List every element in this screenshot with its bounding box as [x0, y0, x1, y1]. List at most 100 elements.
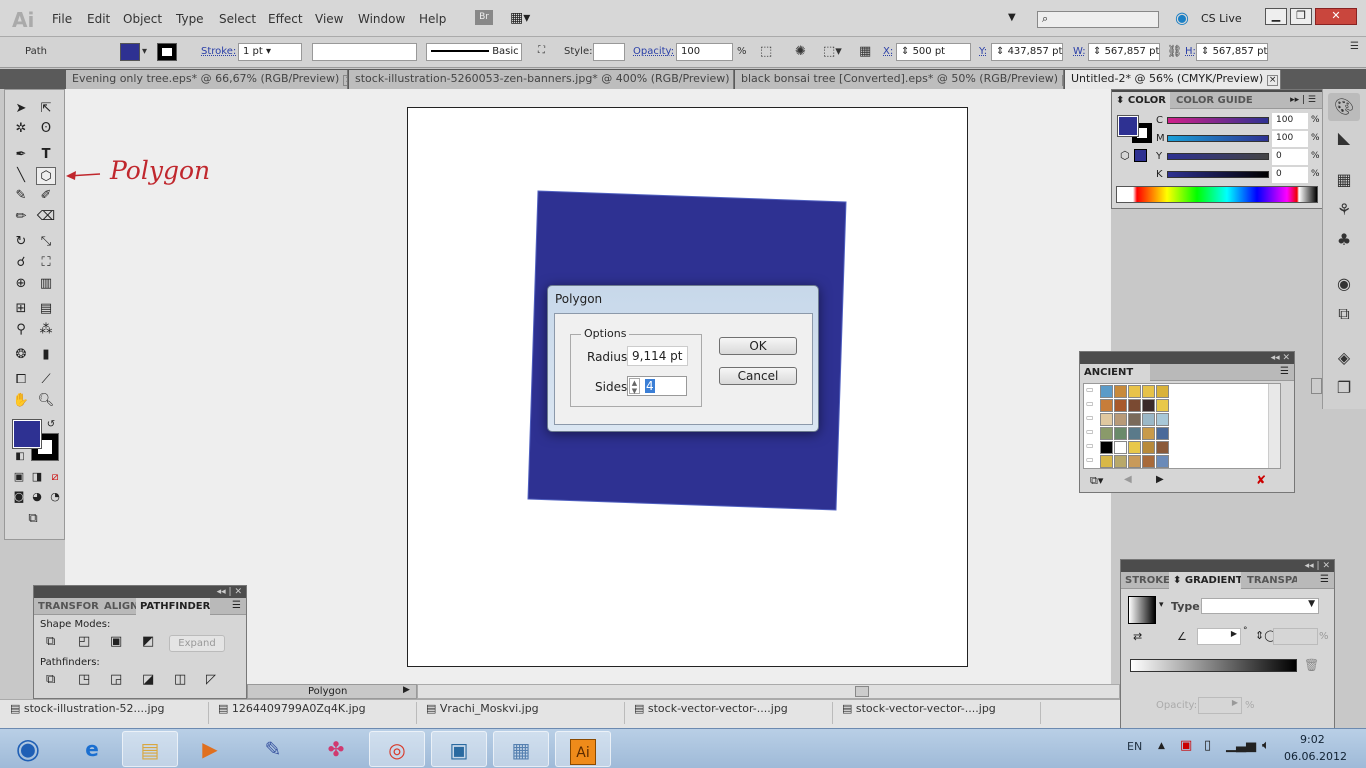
scale-tool-icon[interactable]: ⤡	[36, 233, 56, 251]
tab-transform[interactable]: TRANSFORM	[34, 598, 99, 615]
channel-slider[interactable]	[1167, 135, 1269, 142]
sides-field[interactable]: ▲ ▼ 4	[627, 376, 687, 396]
channel-field[interactable]: 100	[1272, 131, 1308, 147]
brush-dropdown[interactable]: Basic	[426, 43, 522, 61]
blob-brush-tool-icon[interactable]: ✏	[11, 208, 31, 226]
status-menu-icon[interactable]: ▶	[403, 685, 410, 695]
minimize-button[interactable]: ▁	[1265, 8, 1287, 25]
swatch[interactable]	[1114, 455, 1127, 468]
layers-icon[interactable]: ◈	[1328, 344, 1360, 372]
swatch-scrollbar[interactable]	[1268, 384, 1280, 468]
swatch[interactable]	[1142, 413, 1155, 426]
tab-pathfinder[interactable]: PATHFINDER	[136, 598, 210, 615]
pencil-tool-icon[interactable]: ✐	[36, 187, 56, 205]
illustrator-icon[interactable]: Ai	[555, 731, 611, 767]
artboards-icon[interactable]: ❐	[1328, 374, 1360, 402]
swatch[interactable]	[1100, 413, 1113, 426]
fill-color-box[interactable]	[12, 419, 42, 449]
graphic-styles-icon[interactable]: ⧉	[1328, 300, 1360, 328]
swatch[interactable]	[1156, 427, 1169, 440]
swatch[interactable]	[1156, 385, 1169, 398]
file-item[interactable]: ▤ 1264409799A0Zq4K.jpg	[212, 702, 417, 724]
scrollbar-thumb[interactable]	[855, 686, 869, 697]
swatch[interactable]	[1142, 385, 1155, 398]
artboard-tool-icon[interactable]: ⧠	[11, 371, 31, 389]
x-field[interactable]: ⇕ 500 pt	[896, 43, 971, 61]
radius-field[interactable]: 9,114 pt	[627, 346, 688, 366]
swatch[interactable]	[1114, 413, 1127, 426]
previous-library-icon[interactable]: ◀	[1124, 474, 1132, 485]
paint-app-icon[interactable]: ✎	[245, 731, 301, 767]
magic-wand-tool-icon[interactable]: ✲	[11, 120, 31, 138]
close-button[interactable]: ✕	[1315, 8, 1357, 25]
color-spectrum[interactable]	[1116, 186, 1318, 203]
clock-time[interactable]: 9:02	[1300, 733, 1325, 746]
exclude-icon[interactable]: ◩	[142, 634, 154, 649]
draw-normal-icon[interactable]: ◙	[9, 488, 29, 506]
panel-header[interactable]: ◂◂ | ✕	[1121, 560, 1334, 572]
opacity-field[interactable]: 100	[676, 43, 733, 61]
file-item[interactable]: ▤ stock-illustration-52....jpg	[4, 702, 209, 724]
bridge-button[interactable]: Br	[475, 10, 493, 25]
channel-field[interactable]: 100	[1272, 113, 1308, 129]
gradient-tool-icon[interactable]: ▤	[36, 300, 56, 318]
tab-transparency[interactable]: TRANSPA	[1243, 572, 1297, 589]
type-tool-icon[interactable]: T	[36, 146, 56, 164]
swatch[interactable]	[1114, 441, 1127, 454]
channel-slider[interactable]	[1167, 171, 1269, 178]
slice-tool-icon[interactable]: ⟋	[36, 371, 56, 389]
swatch[interactable]	[1156, 399, 1169, 412]
swatch[interactable]	[1156, 413, 1169, 426]
fill-dropdown-icon[interactable]: ▾	[142, 46, 147, 57]
reference-point-icon[interactable]: ▦	[859, 44, 871, 59]
recolor-icon[interactable]: ⬚	[760, 44, 772, 59]
explorer-icon[interactable]: ▤	[122, 731, 178, 767]
tab-bonsai[interactable]: black bonsai tree [Converted].eps* @ 50%…	[735, 70, 1064, 89]
delete-swatch-icon[interactable]: ✘	[1256, 473, 1266, 487]
close-tab-icon[interactable]: ×	[1267, 75, 1279, 86]
symbol-sprayer-tool-icon[interactable]: ❂	[11, 346, 31, 364]
network-tray-icon[interactable]: ▁▃▅	[1226, 738, 1256, 753]
swap-colors-icon[interactable]: ↺	[41, 416, 61, 434]
swatch[interactable]	[1156, 441, 1169, 454]
internet-explorer-icon[interactable]: e	[64, 731, 120, 767]
swatch[interactable]	[1128, 427, 1141, 440]
swatch[interactable]	[1100, 455, 1113, 468]
reverse-gradient-icon[interactable]: ⇄	[1133, 630, 1142, 643]
align-selection-icon[interactable]: ⬚▾	[823, 44, 842, 59]
intersect-icon[interactable]: ▣	[110, 634, 122, 649]
rotate-tool-icon[interactable]: ↻	[11, 233, 31, 251]
swatch[interactable]	[1114, 427, 1127, 440]
channel-field[interactable]: 0	[1272, 149, 1308, 165]
swatch[interactable]	[1100, 441, 1113, 454]
divide-icon[interactable]: ⧉	[46, 672, 55, 687]
symbols-icon[interactable]: ♣	[1328, 226, 1360, 254]
gradient-preview-dropdown-icon[interactable]: ▾	[1159, 600, 1164, 610]
h-field[interactable]: ⇕ 567,857 pt	[1196, 43, 1268, 61]
constrain-link-icon[interactable]: ⛓	[1167, 44, 1182, 58]
blend-tool-icon[interactable]: ⁂	[36, 321, 56, 339]
gradient-slider[interactable]	[1130, 659, 1297, 672]
angle-field[interactable]: ▶	[1197, 628, 1241, 645]
eraser-tool-icon[interactable]: ⌫	[36, 208, 56, 226]
swatch[interactable]	[1128, 413, 1141, 426]
crop-icon[interactable]: ◪	[142, 672, 154, 687]
style-dropdown[interactable]	[593, 43, 625, 61]
free-transform-tool-icon[interactable]: ⛶	[36, 254, 56, 272]
outline-icon[interactable]: ◫	[174, 672, 186, 687]
aspect-ratio-field[interactable]	[1273, 628, 1318, 645]
minus-back-icon[interactable]: ◸	[206, 672, 216, 687]
selection-tool-icon[interactable]: ➤	[11, 100, 31, 118]
show-hidden-icons[interactable]: ▲	[1158, 741, 1165, 751]
stop-opacity-field[interactable]: ▶	[1198, 697, 1242, 714]
swatch[interactable]	[1128, 399, 1141, 412]
channel-slider[interactable]	[1167, 153, 1269, 160]
sides-stepper[interactable]: ▲ ▼	[629, 378, 640, 395]
tab-gradient[interactable]: ⬍ GRADIENT	[1169, 572, 1241, 589]
media-player-icon[interactable]: ▶	[182, 731, 238, 767]
menu-effect[interactable]: Effect	[268, 12, 303, 26]
pen-tool-icon[interactable]: ✒	[11, 146, 31, 164]
tab-ancient[interactable]: ANCIENT	[1080, 364, 1150, 381]
menu-type[interactable]: Type	[176, 12, 204, 26]
workspace-switcher-icon[interactable]: ▼	[1008, 12, 1016, 23]
